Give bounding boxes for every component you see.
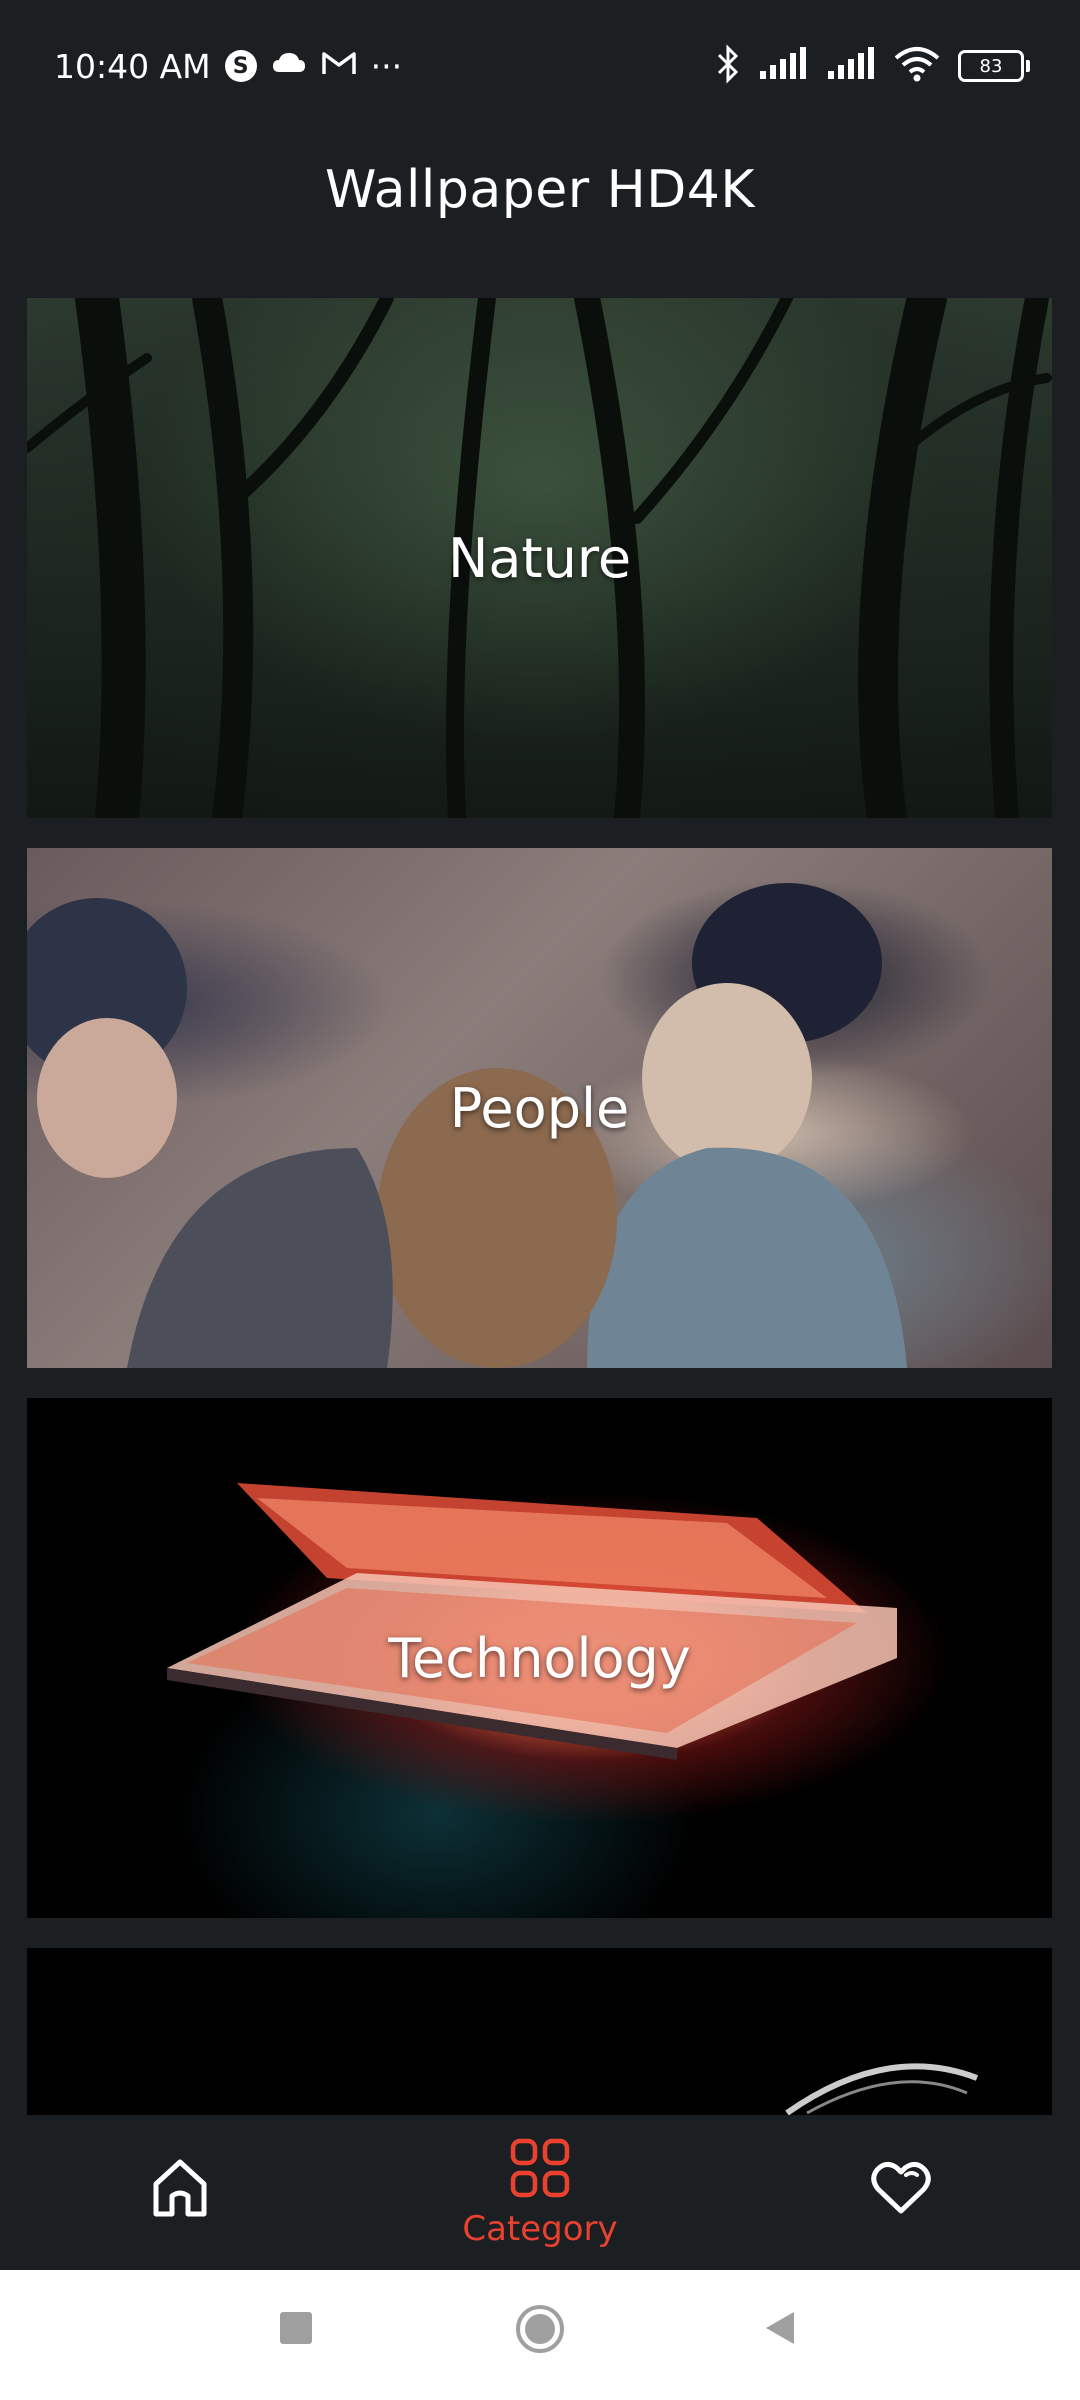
category-image <box>27 1948 1052 2115</box>
system-nav-bar <box>0 2270 1080 2400</box>
home-icon <box>148 2156 212 2224</box>
battery-level: 83 <box>979 55 1003 77</box>
category-list[interactable]: Nature People Technology <box>0 298 1080 2115</box>
category-label: People <box>449 1076 630 1140</box>
recents-button[interactable] <box>276 2308 316 2352</box>
wifi-icon <box>894 46 940 86</box>
nav-favorites[interactable] <box>776 2115 1026 2270</box>
category-card-technology[interactable]: Technology <box>27 1398 1052 1918</box>
signal-icon <box>758 47 808 85</box>
status-time: 10:40 AM <box>54 46 211 86</box>
signal-icon <box>826 47 876 85</box>
status-left: 10:40 AM S ··· <box>54 44 402 88</box>
status-right: 83 <box>716 44 1030 88</box>
bottom-nav: Category <box>0 2115 1080 2270</box>
category-card-people[interactable]: People <box>27 848 1052 1368</box>
category-card-fourth[interactable] <box>27 1948 1052 2115</box>
battery-icon: 83 <box>958 50 1030 82</box>
nav-category[interactable]: Category <box>415 2115 665 2270</box>
back-button[interactable] <box>760 2308 800 2352</box>
page-title: Wallpaper HD4K <box>325 160 755 220</box>
cloud-icon <box>271 47 307 86</box>
category-label: Nature <box>447 526 632 590</box>
app-header: Wallpaper HD4K <box>0 130 1080 250</box>
more-icon: ··· <box>370 46 403 86</box>
category-card-nature[interactable]: Nature <box>27 298 1052 818</box>
nav-home[interactable] <box>55 2115 305 2270</box>
skype-icon: S <box>224 50 257 82</box>
bluetooth-icon <box>716 44 740 88</box>
status-bar: 10:40 AM S ··· 83 <box>0 0 1080 130</box>
gmail-icon <box>321 47 357 86</box>
category-label: Technology <box>388 1626 691 1690</box>
nav-category-label: Category <box>462 2208 618 2249</box>
home-button[interactable] <box>514 2303 566 2359</box>
grid-icon <box>509 2137 571 2203</box>
heart-icon <box>870 2159 932 2221</box>
